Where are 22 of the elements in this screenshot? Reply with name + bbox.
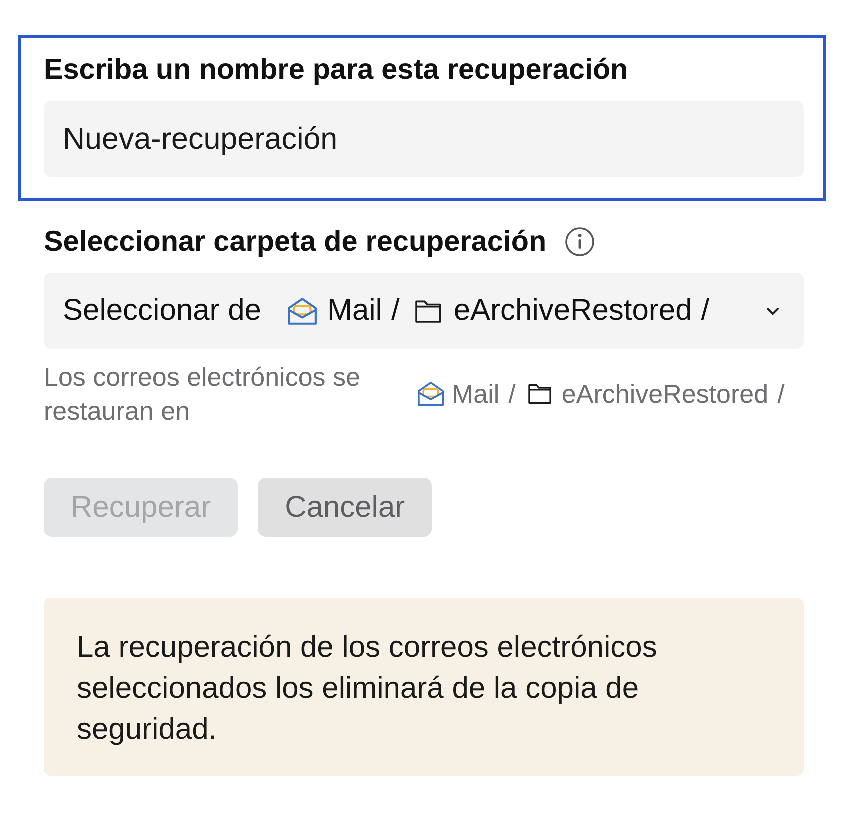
dropdown-label: Seleccionar de xyxy=(63,294,262,328)
info-icon[interactable] xyxy=(564,227,595,257)
breadcrumb-separator: / xyxy=(391,294,400,328)
folder-icon xyxy=(528,383,552,405)
cancel-button[interactable]: Cancelar xyxy=(258,478,432,537)
field-label: Escriba un nombre para esta recuperación xyxy=(44,53,630,87)
destination-text: Los correos electrónicos se restauran en xyxy=(44,361,362,428)
folder-icon xyxy=(414,298,442,324)
notice-text: La recuperación de los correos electrónicos seleccionados los eliminará de la copia de seguridad. xyxy=(77,630,658,748)
folder-dropdown[interactable]: Seleccionar de Mail / eArchiveRestored / xyxy=(44,273,804,349)
breadcrumb-item: Mail xyxy=(452,378,500,410)
chevron-down-icon xyxy=(766,306,780,316)
field-label: Seleccionar carpeta de recuperación xyxy=(44,225,547,259)
breadcrumb-separator: / xyxy=(508,378,516,410)
breadcrumb-separator: / xyxy=(778,378,785,410)
mail-icon xyxy=(417,381,445,407)
breadcrumb-separator: / xyxy=(701,294,710,328)
breadcrumb-item: Mail xyxy=(327,294,382,328)
mail-icon xyxy=(287,296,318,326)
name-input[interactable]: Nueva-recuperación xyxy=(44,101,804,177)
breadcrumb-item: eArchiveRestored xyxy=(562,378,769,410)
breadcrumb-item: eArchiveRestored xyxy=(454,294,692,328)
